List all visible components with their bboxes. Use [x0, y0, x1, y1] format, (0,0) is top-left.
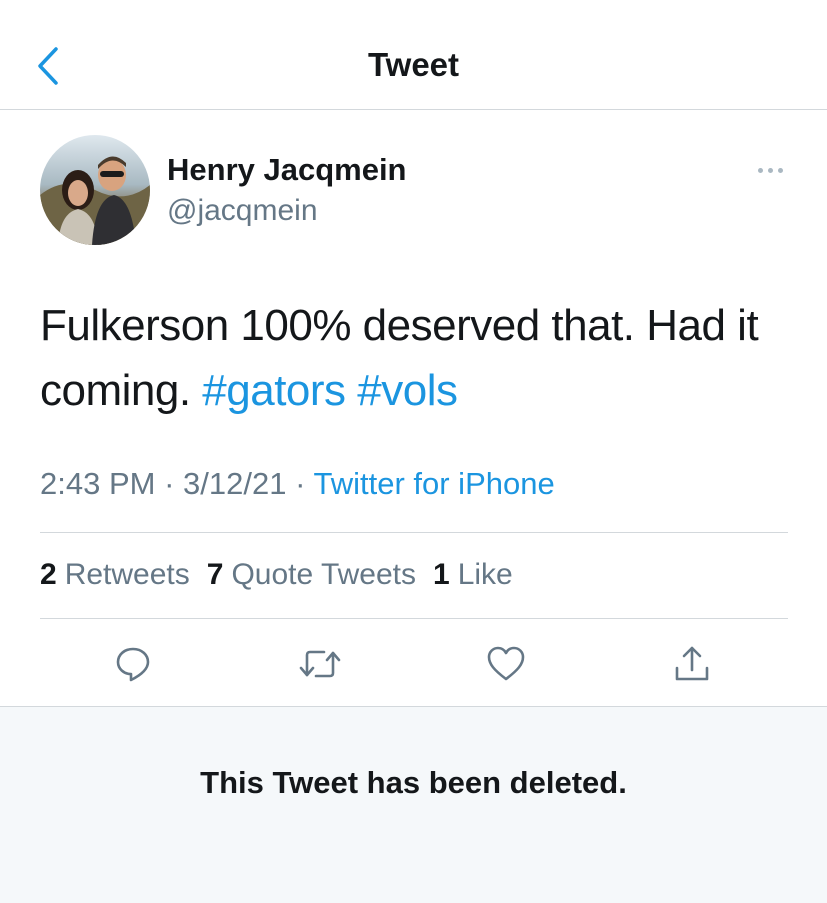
likes-label: Like [457, 558, 513, 591]
share-icon [675, 646, 709, 681]
deleted-tweet-message: This Tweet has been deleted. [200, 765, 627, 800]
tweet-text: Fulkerson 100% deserved that. Had it com… [40, 293, 800, 423]
page-title: Tweet [367, 46, 460, 83]
top-nav-bar: Tweet [0, 0, 827, 110]
share-button[interactable] [670, 642, 714, 686]
hashtag-link[interactable]: #gators [202, 366, 346, 415]
tweet-source-link[interactable]: Twitter for iPhone [313, 466, 554, 501]
likes-stat[interactable]: 1 Like [433, 558, 513, 592]
meta-separator: · [164, 466, 175, 501]
tweet-date: 3/12/21 [183, 466, 287, 501]
quote-tweets-count: 7 [206, 558, 224, 591]
more-dot-icon [767, 167, 773, 173]
meta-separator: · [295, 466, 306, 501]
more-dot-icon [757, 167, 763, 173]
divider [40, 532, 788, 533]
retweets-stat[interactable]: 2 Retweets [40, 558, 190, 592]
author-name[interactable]: Henry Jacqmein [167, 152, 407, 188]
more-options-button[interactable] [752, 158, 788, 182]
retweets-label: Retweets [64, 558, 190, 591]
author-handle[interactable]: @jacqmein [167, 194, 318, 228]
quote-tweets-stat[interactable]: 7 Quote Tweets [207, 558, 416, 592]
like-icon [487, 646, 525, 681]
retweet-button[interactable] [298, 642, 342, 686]
tweet-time: 2:43 PM [40, 466, 156, 501]
avatar[interactable] [40, 135, 150, 245]
tweet-detail-page: Tweet Henry Jacqmein @jacqmein Fulkerson… [0, 0, 827, 903]
like-button[interactable] [484, 642, 528, 686]
retweet-icon [299, 650, 341, 678]
divider [40, 618, 788, 619]
quote-tweets-label: Quote Tweets [231, 558, 416, 591]
tweet-stats: 2 Retweets 7 Quote Tweets 1 Like [40, 558, 513, 592]
quoted-tweet-deleted: This Tweet has been deleted. [0, 706, 827, 903]
more-dot-icon [777, 167, 783, 173]
avatar-photo [40, 135, 150, 245]
tweet-meta: 2:43 PM · 3/12/21 · Twitter for iPhone [40, 466, 555, 502]
reply-icon [116, 647, 150, 682]
likes-count: 1 [433, 558, 450, 591]
hashtag-link[interactable]: #vols [357, 366, 458, 415]
reply-button[interactable] [111, 642, 155, 686]
retweets-count: 2 [40, 558, 57, 591]
